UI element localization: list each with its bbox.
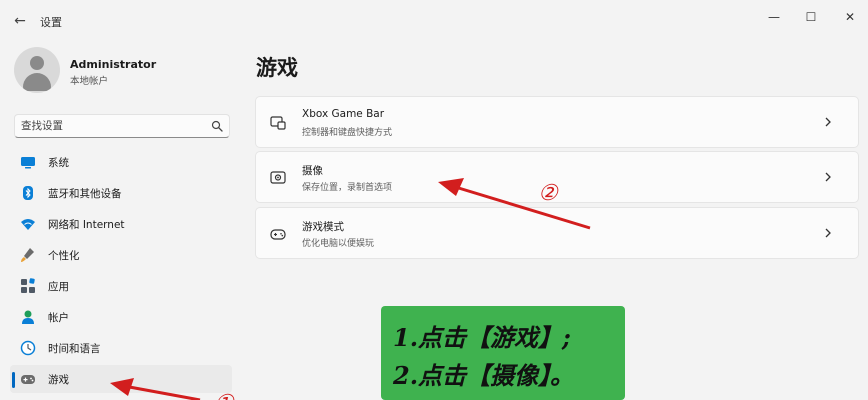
personalization-icon — [21, 248, 34, 262]
accounts-icon — [22, 310, 34, 324]
selection-indicator — [12, 372, 15, 388]
network-icon — [21, 219, 35, 230]
card-title: Xbox Game Bar — [302, 108, 385, 120]
sidebar-item-gaming[interactable]: 游戏 — [10, 365, 232, 393]
card-description: 保存位置，录制首选项 — [302, 183, 393, 193]
back-button[interactable]: ← — [10, 11, 30, 31]
sidebar-item-label: 蓝牙和其他设备 — [48, 188, 122, 200]
sidebar-item-label: 网络和 Internet — [48, 219, 125, 231]
sidebar-item-apps[interactable]: 应用 — [10, 272, 232, 300]
chevron-right-icon — [825, 228, 831, 238]
card-description: 优化电脑以便娱玩 — [302, 239, 375, 249]
bluetooth-icon — [23, 186, 33, 200]
sidebar-item-system[interactable]: 系统 — [10, 148, 232, 176]
account-type: 本地帐户 — [70, 76, 109, 87]
avatar[interactable] — [14, 47, 60, 93]
game-bar-icon — [270, 116, 286, 130]
time-language-icon — [20, 340, 36, 356]
gaming-icon — [21, 375, 35, 384]
sidebar-item-label: 游戏 — [48, 374, 69, 386]
sidebar-item-personalization[interactable]: 个性化 — [10, 241, 232, 269]
game-mode-icon — [270, 229, 286, 240]
sidebar-item-network[interactable]: 网络和 Internet — [10, 210, 232, 238]
sidebar-item-label: 帐户 — [48, 312, 69, 324]
apps-icon — [21, 278, 35, 293]
avatar-head-icon — [30, 56, 44, 70]
instruction-step-2: 2.点击【摄像】。 — [393, 361, 575, 390]
chevron-right-icon — [825, 172, 831, 182]
captures-icon — [270, 171, 286, 184]
annotation-instructions: 1.点击【游戏】; 2.点击【摄像】。 — [381, 306, 625, 400]
card-game-mode[interactable]: 游戏模式 优化电脑以便娱玩 — [255, 207, 859, 259]
card-title: 游戏模式 — [302, 221, 344, 233]
search-box[interactable] — [14, 114, 230, 138]
search-input[interactable] — [21, 118, 201, 134]
sidebar-item-accounts[interactable]: 帐户 — [10, 303, 232, 331]
sidebar-item-label: 个性化 — [48, 250, 80, 262]
card-description: 控制器和键盘快捷方式 — [302, 128, 393, 138]
sidebar-item-label: 系统 — [48, 157, 69, 169]
search-icon — [211, 120, 223, 132]
avatar-body-icon — [23, 73, 51, 91]
sidebar-item-label: 应用 — [48, 281, 69, 293]
chevron-right-icon — [825, 117, 831, 127]
sidebar-item-time-language[interactable]: 时间和语言 — [10, 334, 232, 362]
card-xbox-game-bar[interactable]: Xbox Game Bar 控制器和键盘快捷方式 — [255, 96, 859, 148]
sidebar-item-bluetooth[interactable]: 蓝牙和其他设备 — [10, 179, 232, 207]
system-icon — [21, 157, 35, 169]
title-bar: ← 设置 — ☐ ✕ — [0, 0, 868, 40]
instruction-step-1: 1.点击【游戏】; — [393, 323, 571, 352]
maximize-button[interactable]: ☐ — [801, 9, 821, 25]
card-title: 摄像 — [302, 165, 323, 177]
app-title: 设置 — [40, 16, 62, 29]
card-captures[interactable]: 摄像 保存位置，录制首选项 — [255, 151, 859, 203]
page-title: 游戏 — [256, 56, 298, 80]
minimize-button[interactable]: — — [764, 9, 784, 25]
sidebar-item-label: 时间和语言 — [48, 343, 101, 355]
user-name: Administrator — [70, 58, 157, 71]
close-button[interactable]: ✕ — [840, 9, 860, 25]
